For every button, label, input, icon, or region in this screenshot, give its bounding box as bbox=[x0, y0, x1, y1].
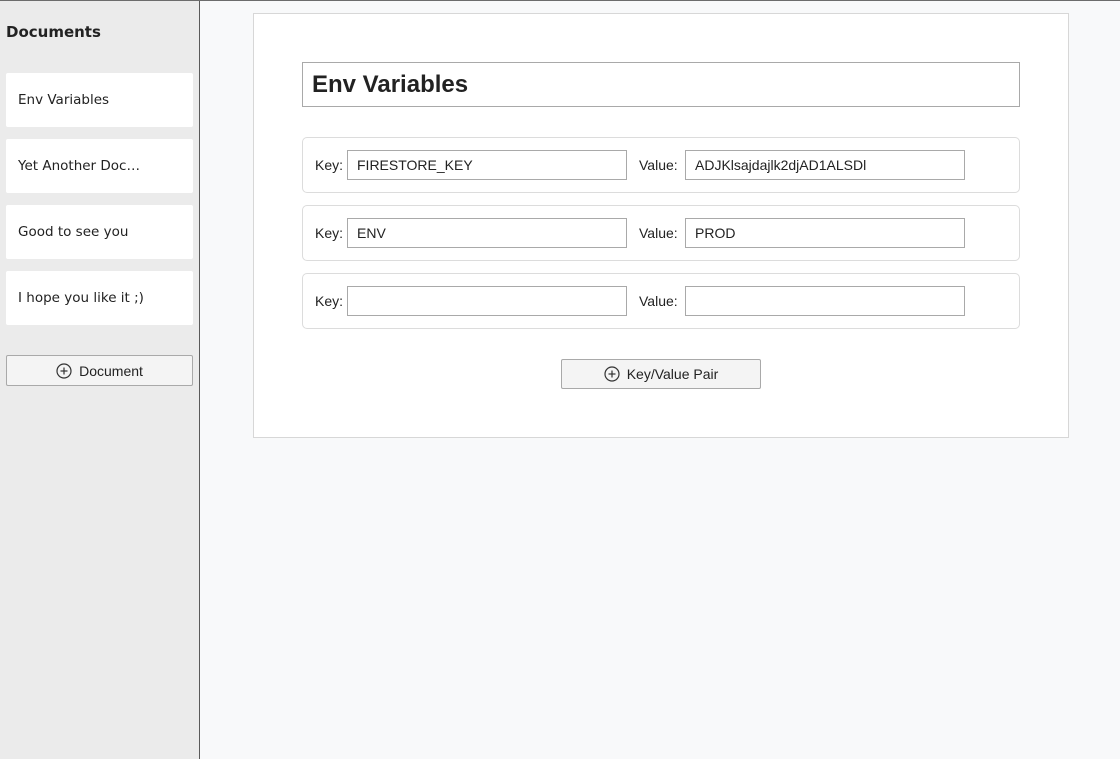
circle-plus-icon bbox=[604, 366, 620, 382]
circle-plus-icon bbox=[56, 362, 72, 379]
document-item-label: Env Variables bbox=[18, 92, 110, 108]
document-item-label: Good to see you bbox=[18, 224, 129, 240]
add-document-button[interactable]: Document bbox=[6, 355, 193, 386]
documents-sidebar: Documents Env Variables Yet Another Docu… bbox=[0, 1, 200, 759]
value-input[interactable]: PROD bbox=[685, 218, 965, 248]
document-item-env-variables[interactable]: Env Variables bbox=[6, 73, 193, 127]
key-label: Key: bbox=[315, 225, 344, 241]
key-input[interactable]: ENV bbox=[347, 218, 627, 248]
add-key-value-pair-label: Key/Value Pair bbox=[626, 366, 719, 382]
document-item-good-to-see-you[interactable]: Good to see you bbox=[6, 205, 193, 259]
key-value-row: Key: Value: bbox=[302, 273, 1020, 329]
value-label: Value: bbox=[639, 293, 678, 309]
sidebar-title: Documents bbox=[6, 23, 101, 41]
key-input[interactable] bbox=[347, 286, 627, 316]
app-window: Documents Env Variables Yet Another Docu… bbox=[0, 0, 1120, 759]
value-label: Value: bbox=[639, 157, 678, 173]
key-value-row: Key: FIRESTORE_KEY Value: ADJKlsajdajlk2… bbox=[302, 137, 1020, 193]
key-label: Key: bbox=[315, 157, 344, 173]
document-title-input[interactable]: Env Variables bbox=[302, 62, 1020, 107]
key-input[interactable]: FIRESTORE_KEY bbox=[347, 150, 627, 180]
document-item-label: Yet Another Document bbox=[18, 158, 146, 174]
document-editor-card: Env Variables Key: FIRESTORE_KEY Value: … bbox=[253, 13, 1069, 438]
value-input[interactable] bbox=[685, 286, 965, 316]
key-label: Key: bbox=[315, 293, 344, 309]
key-value-row: Key: ENV Value: PROD bbox=[302, 205, 1020, 261]
add-document-label: Document bbox=[79, 362, 143, 379]
value-input[interactable]: ADJKlsajdajlk2djAD1ALSDl bbox=[685, 150, 965, 180]
document-item-label: I hope you like it ;) bbox=[18, 290, 144, 306]
document-item-yet-another-document[interactable]: Yet Another Document bbox=[6, 139, 193, 193]
document-item-i-hope-you-like-it[interactable]: I hope you like it ;) bbox=[6, 271, 193, 325]
add-key-value-pair-button[interactable]: Key/Value Pair bbox=[561, 359, 761, 389]
value-label: Value: bbox=[639, 225, 678, 241]
